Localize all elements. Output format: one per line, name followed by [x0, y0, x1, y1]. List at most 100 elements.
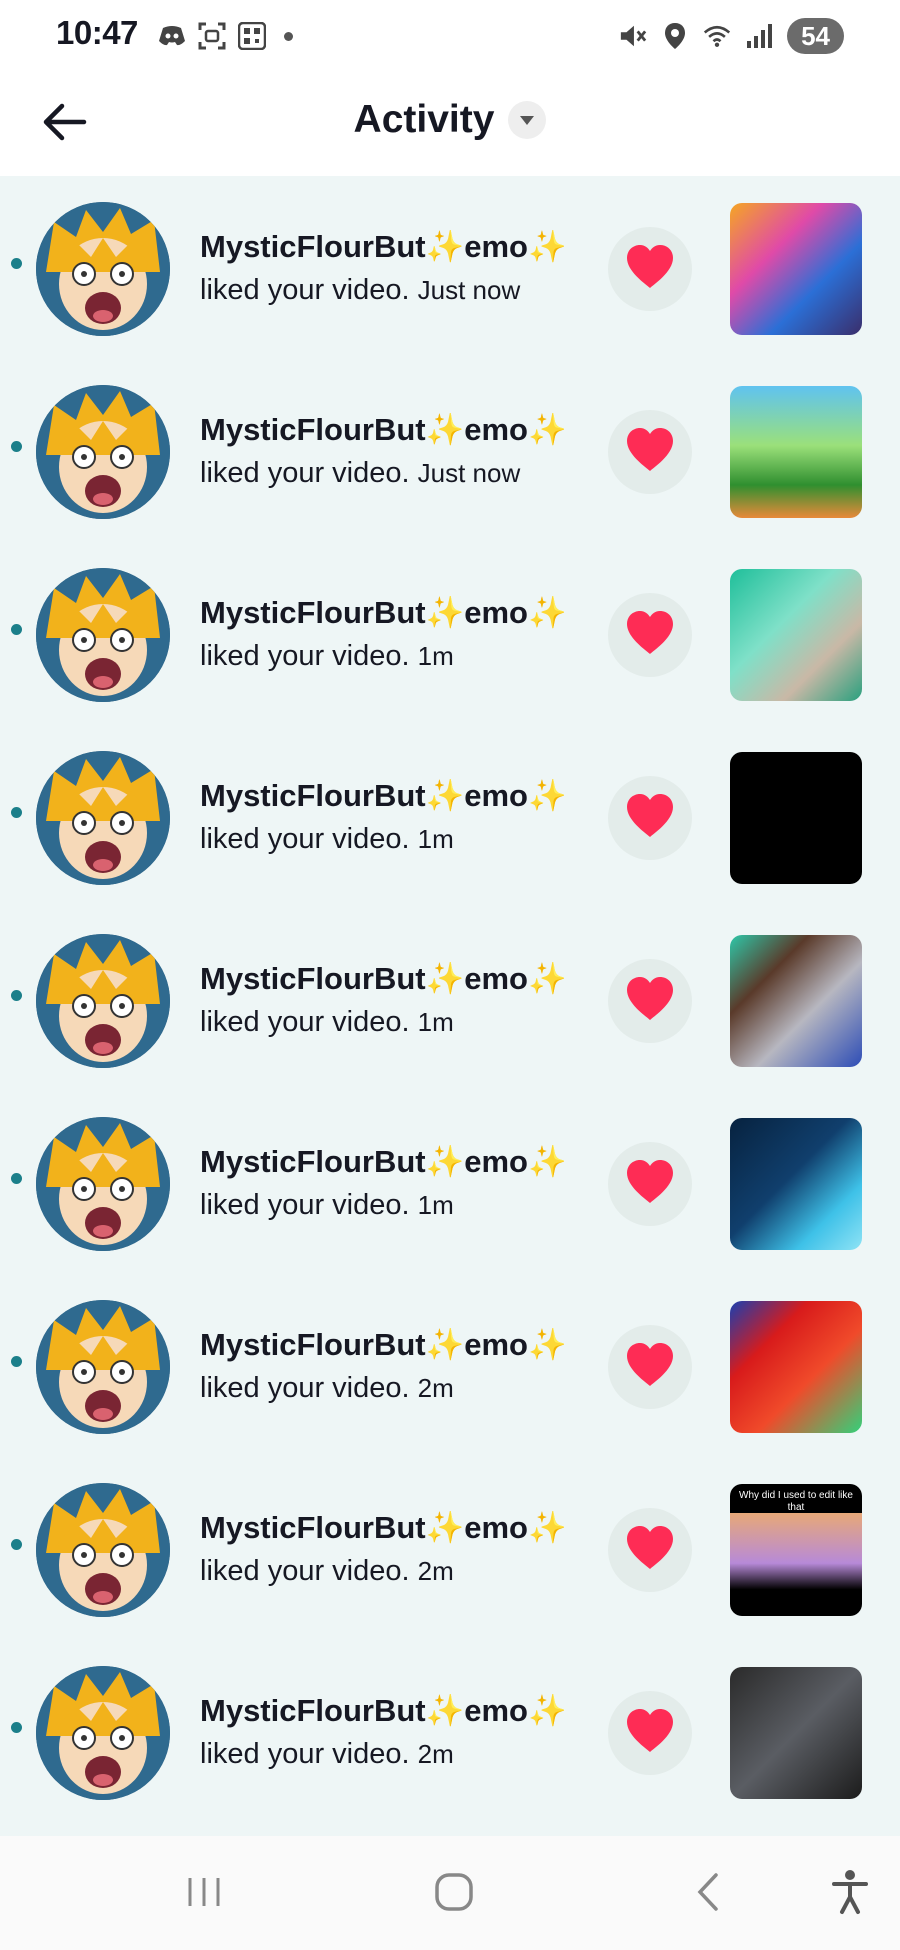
- activity-action: liked your video.: [200, 640, 410, 672]
- activity-time: 2m: [417, 1556, 454, 1586]
- caret-down-icon: [508, 101, 547, 139]
- username[interactable]: MysticFlourBut✨emo✨: [200, 228, 567, 265]
- unread-dot: [11, 624, 22, 635]
- video-thumbnail[interactable]: [730, 386, 862, 518]
- status-left-icons: [158, 22, 293, 50]
- username[interactable]: MysticFlourBut✨emo✨: [200, 1143, 567, 1180]
- page-title: Activity: [353, 98, 495, 141]
- notification-row[interactable]: MysticFlourBut✨emo✨ liked your video. 2m: [0, 1274, 900, 1457]
- home-button[interactable]: [428, 1868, 480, 1920]
- status-bar: 10:47 54: [0, 0, 900, 72]
- notification-row[interactable]: MysticFlourBut✨emo✨ liked your video. 2m: [0, 1640, 900, 1823]
- avatar[interactable]: [36, 202, 170, 336]
- username[interactable]: MysticFlourBut✨emo✨: [200, 777, 567, 814]
- username[interactable]: MysticFlourBut✨emo✨: [200, 411, 567, 448]
- activity-time: 2m: [417, 1373, 454, 1403]
- signal-icon: [745, 22, 773, 50]
- heart-icon: [625, 1525, 675, 1576]
- video-thumbnail[interactable]: [730, 752, 862, 884]
- username[interactable]: MysticFlourBut✨emo✨: [200, 594, 567, 631]
- username[interactable]: MysticFlourBut✨emo✨: [200, 960, 567, 997]
- avatar[interactable]: [36, 1117, 170, 1251]
- avatar[interactable]: [36, 1666, 170, 1800]
- unread-dot: [11, 990, 22, 1001]
- notification-row[interactable]: MysticFlourBut✨emo✨ liked your video. 1m: [0, 542, 900, 725]
- activity-action: liked your video.: [200, 1555, 410, 1587]
- activity-action: liked your video.: [200, 1189, 410, 1221]
- notification-row[interactable]: MysticFlourBut✨emo✨ liked your video. 2m…: [0, 1457, 900, 1640]
- activity-text: liked your video. 1m: [200, 823, 454, 856]
- avatar[interactable]: [36, 385, 170, 519]
- avatar[interactable]: [36, 1300, 170, 1434]
- avatar[interactable]: [36, 751, 170, 885]
- video-thumbnail[interactable]: [730, 203, 862, 335]
- activity-time: 1m: [417, 1007, 454, 1037]
- like-button[interactable]: [608, 1142, 692, 1226]
- nav-back-button[interactable]: [682, 1868, 734, 1920]
- video-thumbnail[interactable]: [730, 1118, 862, 1250]
- like-button[interactable]: [608, 959, 692, 1043]
- like-button[interactable]: [608, 593, 692, 677]
- home-icon: [433, 1871, 475, 1918]
- accessibility-button[interactable]: [824, 1868, 876, 1920]
- recents-button[interactable]: [178, 1868, 230, 1920]
- like-button[interactable]: [608, 1508, 692, 1592]
- unread-dot: [11, 1539, 22, 1550]
- heart-icon: [625, 1159, 675, 1210]
- activity-time: 1m: [417, 1190, 454, 1220]
- activity-text: liked your video. 2m: [200, 1738, 454, 1771]
- heart-icon: [625, 427, 675, 478]
- username[interactable]: MysticFlourBut✨emo✨: [200, 1326, 567, 1363]
- like-button[interactable]: [608, 1691, 692, 1775]
- heart-icon: [625, 793, 675, 844]
- title-dropdown[interactable]: Activity: [0, 98, 900, 142]
- video-thumbnail[interactable]: [730, 935, 862, 1067]
- avatar[interactable]: [36, 1483, 170, 1617]
- activity-text: liked your video. 1m: [200, 1189, 454, 1222]
- video-thumbnail[interactable]: [730, 569, 862, 701]
- like-button[interactable]: [608, 1325, 692, 1409]
- notification-row[interactable]: MysticFlourBut✨emo✨ liked your video. 1m: [0, 1091, 900, 1274]
- like-button[interactable]: [608, 776, 692, 860]
- unread-dot: [11, 1356, 22, 1367]
- location-icon: [661, 22, 689, 50]
- activity-action: liked your video.: [200, 1738, 410, 1770]
- activity-text: liked your video. 1m: [200, 1006, 454, 1039]
- system-nav-bar: [0, 1836, 900, 1950]
- activity-text: liked your video. Just now: [200, 457, 520, 490]
- activity-time: Just now: [417, 275, 521, 305]
- activity-list: MysticFlourBut✨emo✨ liked your video. Ju…: [0, 176, 900, 1836]
- heart-icon: [625, 610, 675, 661]
- avatar[interactable]: [36, 568, 170, 702]
- notification-row[interactable]: MysticFlourBut✨emo✨ liked your video. Ju…: [0, 359, 900, 542]
- thumbnail-caption: Why did I used to edit like that: [739, 1490, 853, 1513]
- username[interactable]: MysticFlourBut✨emo✨: [200, 1509, 567, 1546]
- heart-icon: [625, 1342, 675, 1393]
- wifi-icon: [703, 22, 731, 50]
- notification-row[interactable]: MysticFlourBut✨emo✨ liked your video. 1m: [0, 908, 900, 1091]
- activity-time: Just now: [417, 458, 521, 488]
- activity-time: 1m: [417, 824, 454, 854]
- unread-dot: [11, 441, 22, 452]
- activity-action: liked your video.: [200, 823, 410, 855]
- recents-icon: [184, 1872, 224, 1917]
- notification-row[interactable]: MysticFlourBut✨emo✨ liked your video. 1m: [0, 725, 900, 908]
- username[interactable]: MysticFlourBut✨emo✨: [200, 1692, 567, 1729]
- header: Activity: [0, 72, 900, 176]
- video-thumbnail[interactable]: [730, 1667, 862, 1799]
- back-icon: [690, 1871, 726, 1918]
- like-button[interactable]: [608, 227, 692, 311]
- notification-row[interactable]: MysticFlourBut✨emo✨ liked your video. Ju…: [0, 176, 900, 359]
- avatar[interactable]: [36, 934, 170, 1068]
- activity-text: liked your video. Just now: [200, 274, 520, 307]
- discord-icon: [158, 22, 186, 50]
- screenshot-icon: [198, 22, 226, 50]
- status-right-icons: 54: [619, 18, 844, 54]
- heart-icon: [625, 244, 675, 295]
- like-button[interactable]: [608, 410, 692, 494]
- unread-dot: [11, 1722, 22, 1733]
- video-thumbnail[interactable]: [730, 1301, 862, 1433]
- mute-icon: [619, 22, 647, 50]
- video-thumbnail[interactable]: Why did I used to edit like that: [730, 1484, 862, 1616]
- activity-text: liked your video. 2m: [200, 1555, 454, 1588]
